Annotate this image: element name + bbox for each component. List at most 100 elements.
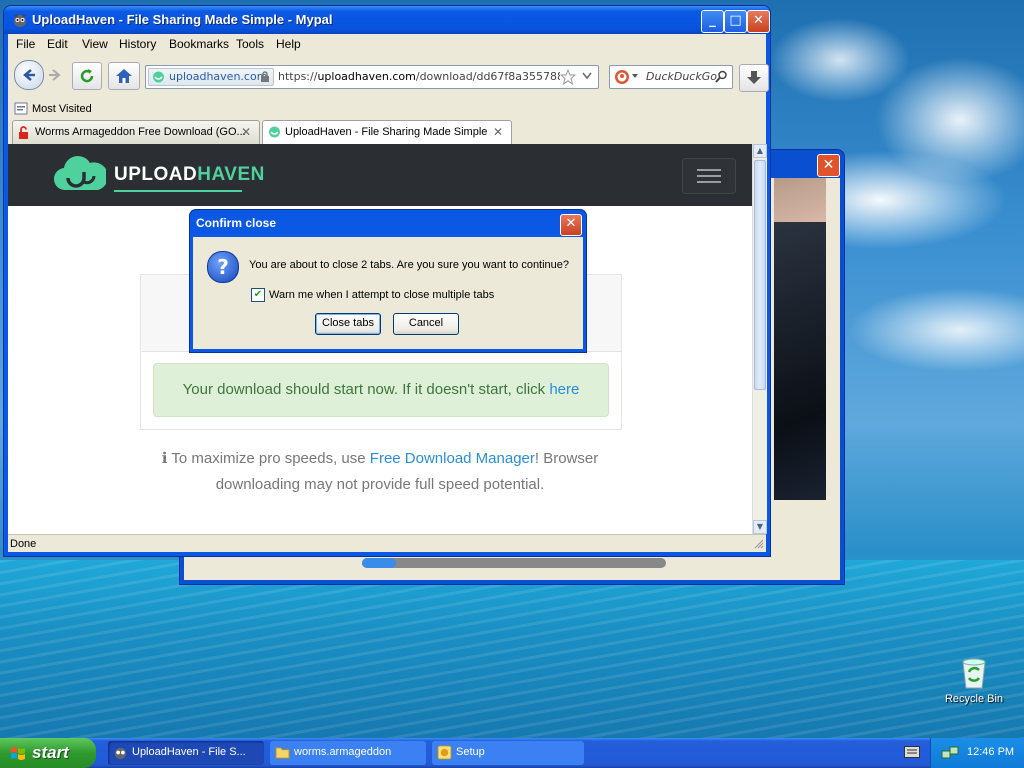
download-started-alert: Your download should start now. If it do… bbox=[153, 363, 609, 417]
background-window-close-button[interactable]: ✕ bbox=[817, 154, 840, 177]
url-dropdown-icon[interactable] bbox=[582, 72, 592, 80]
url-bar[interactable]: uploadhaven.com https://uploadhaven.com/… bbox=[145, 65, 599, 89]
recycle-bin-icon bbox=[962, 658, 986, 689]
confirm-close-dialog: Confirm close ✕ ? You are about to close… bbox=[190, 210, 586, 352]
menu-bar: File Edit View History Bookmarks Tools H… bbox=[8, 34, 766, 54]
back-button[interactable] bbox=[14, 60, 44, 90]
site-logo-text[interactable]: UPLOADHAVEN bbox=[114, 164, 265, 186]
network-icon[interactable] bbox=[941, 745, 959, 761]
most-visited-bookmark[interactable]: Most Visited bbox=[32, 103, 92, 115]
mypal-taskbar-icon bbox=[114, 747, 127, 760]
dialog-close-button[interactable]: ✕ bbox=[560, 214, 582, 236]
dialog-message: You are about to close 2 tabs. Are you s… bbox=[249, 259, 570, 271]
clock[interactable]: 12:46 PM bbox=[967, 746, 1014, 758]
title-bar[interactable]: UploadHaven - File Sharing Made Simple -… bbox=[4, 6, 770, 34]
bookmarks-toolbar: Most Visited bbox=[8, 98, 766, 118]
duckduckgo-icon[interactable] bbox=[614, 69, 630, 85]
background-window-image-top bbox=[774, 178, 826, 222]
alert-text: Your download should start now. If it do… bbox=[182, 381, 550, 398]
tab-strip: Worms Armageddon Free Download (GO... ✕ … bbox=[8, 118, 766, 228]
background-window-progress bbox=[362, 558, 666, 568]
taskbar-item-uploadhaven[interactable]: UploadHaven - File S... bbox=[108, 741, 264, 765]
scrollbar-thumb[interactable] bbox=[754, 160, 766, 390]
taskbar-item-worms-folder[interactable]: worms.armageddon bbox=[270, 741, 426, 765]
free-download-manager-link[interactable]: Free Download Manager bbox=[370, 450, 535, 467]
uploadhaven-logo-icon[interactable] bbox=[54, 154, 106, 194]
search-icon[interactable] bbox=[715, 70, 728, 83]
menu-file[interactable]: File bbox=[16, 37, 35, 51]
mypal-app-icon bbox=[14, 14, 26, 27]
promo-prefix: To maximize pro speeds, use bbox=[167, 450, 370, 467]
reload-button[interactable] bbox=[72, 62, 102, 90]
home-button[interactable] bbox=[108, 62, 140, 90]
dialog-title: Confirm close bbox=[196, 216, 277, 230]
recycle-bin-label: Recycle Bin bbox=[944, 693, 1004, 705]
tab-favicon-lock-icon bbox=[19, 126, 28, 139]
reload-icon bbox=[80, 69, 94, 83]
cancel-button[interactable]: Cancel bbox=[393, 313, 459, 335]
vertical-scrollbar[interactable]: ▲ ▼ bbox=[752, 144, 767, 534]
start-label: start bbox=[32, 743, 69, 762]
downloads-button[interactable] bbox=[739, 64, 769, 92]
window-close-button[interactable]: ✕ bbox=[747, 10, 770, 33]
home-icon bbox=[116, 69, 132, 83]
tab-close-icon[interactable]: ✕ bbox=[241, 125, 251, 139]
bookmark-star-icon[interactable] bbox=[560, 69, 576, 85]
forward-button[interactable] bbox=[44, 62, 66, 88]
logo-underline bbox=[114, 190, 242, 192]
taskbar-item-setup[interactable]: Setup bbox=[432, 741, 584, 765]
minimize-button[interactable]: _ bbox=[701, 10, 724, 33]
pro-speed-notice: ℹ To maximize pro speeds, use Free Downl… bbox=[140, 446, 620, 498]
menu-tools[interactable]: Tools bbox=[236, 37, 264, 51]
tab-worms-armageddon[interactable]: Worms Armageddon Free Download (GO... ✕ bbox=[12, 120, 260, 145]
taskbar-item-label: Setup bbox=[456, 746, 485, 758]
menu-bookmarks[interactable]: Bookmarks bbox=[169, 37, 229, 51]
window-title: UploadHaven - File Sharing Made Simple -… bbox=[32, 12, 333, 27]
menu-history[interactable]: History bbox=[119, 37, 156, 51]
back-arrow-icon bbox=[23, 69, 35, 81]
background-window-progress-fill bbox=[362, 558, 396, 568]
url-path: /download/dd67f8a355788b1fcf bbox=[415, 70, 560, 83]
url-prefix: https:// bbox=[278, 70, 318, 83]
hamburger-line bbox=[697, 181, 721, 183]
search-bar[interactable]: DuckDuckGo bbox=[609, 65, 733, 89]
most-visited-folder-icon bbox=[14, 102, 28, 115]
question-icon: ? bbox=[207, 251, 239, 283]
site-header: UPLOADHAVEN bbox=[8, 144, 752, 206]
tab-label: Worms Armageddon Free Download (GO... bbox=[35, 126, 246, 138]
desktop: ✕ UploadHaven - File Sharing Made Simple… bbox=[0, 0, 1024, 768]
keyboard-icon[interactable] bbox=[904, 746, 920, 758]
warn-multiple-tabs-label[interactable]: Warn me when I attempt to close multiple… bbox=[269, 289, 494, 301]
dialog-body: ? You are about to close 2 tabs. Are you… bbox=[193, 237, 583, 349]
menu-help[interactable]: Help bbox=[276, 37, 301, 51]
site-favicon-icon bbox=[153, 71, 164, 83]
download-arrow-icon bbox=[747, 71, 761, 84]
alert-here-link[interactable]: here bbox=[549, 381, 579, 398]
tab-close-icon[interactable]: ✕ bbox=[493, 125, 503, 139]
scroll-up-arrow-icon[interactable]: ▲ bbox=[753, 144, 767, 158]
scroll-down-arrow-icon[interactable]: ▼ bbox=[753, 520, 767, 534]
start-button[interactable]: start bbox=[0, 738, 96, 768]
hamburger-menu-button[interactable] bbox=[682, 158, 736, 194]
maximize-button[interactable]: □ bbox=[724, 10, 747, 33]
warn-multiple-tabs-checkbox[interactable]: ✔ bbox=[251, 288, 265, 302]
search-engine-dropdown-icon[interactable] bbox=[632, 74, 638, 79]
search-placeholder: DuckDuckGo bbox=[646, 70, 717, 83]
hamburger-line bbox=[697, 175, 721, 177]
tab-label: UploadHaven - File Sharing Made Simple bbox=[285, 126, 488, 138]
setup-icon bbox=[437, 745, 452, 760]
recycle-bin-desktop-icon[interactable]: Recycle Bin bbox=[944, 656, 1004, 705]
system-tray: 12:46 PM bbox=[930, 738, 1024, 768]
folder-icon bbox=[275, 747, 290, 759]
taskbar-item-label: worms.armageddon bbox=[294, 746, 392, 758]
tab-uploadhaven[interactable]: UploadHaven - File Sharing Made Simple ✕ bbox=[262, 120, 512, 146]
menu-edit[interactable]: Edit bbox=[47, 37, 68, 51]
taskbar: start UploadHaven - File S... worms.arma… bbox=[0, 738, 1024, 768]
resize-grip-icon[interactable] bbox=[754, 539, 764, 549]
close-tabs-button[interactable]: Close tabs bbox=[315, 313, 381, 335]
site-identity-button[interactable]: uploadhaven.com bbox=[148, 68, 274, 86]
menu-view[interactable]: View bbox=[82, 37, 108, 51]
lock-icon bbox=[261, 71, 269, 82]
url-text[interactable]: https://uploadhaven.com/download/dd67f8a… bbox=[278, 70, 560, 83]
site-identity-label: uploadhaven.com bbox=[169, 70, 268, 83]
